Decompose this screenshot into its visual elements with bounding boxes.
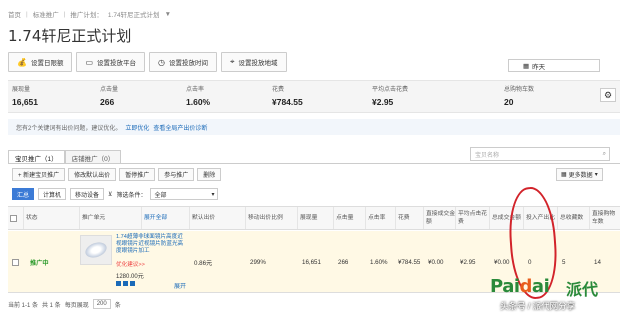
stat-clicks: 点击量 266 [100, 87, 119, 107]
set-region-button[interactable]: ⌖ 设置投放地域 [221, 52, 287, 72]
more-data-button[interactable]: ▦ 更多数据 ▾ [556, 168, 603, 181]
stat-cost: 花费 ¥784.55 [272, 87, 303, 107]
funnel-icon: ⊻ [108, 191, 113, 198]
date-range-select[interactable]: ▦ 昨天 [508, 59, 600, 72]
ctr-value: 1.60% [370, 258, 388, 266]
expand-all-link[interactable]: 展开全部 [142, 207, 190, 229]
trash-icon[interactable] [130, 281, 135, 286]
page-title: 1.74轩尼正式计划 [8, 27, 132, 45]
pagination-footer: 当前 1-1 条 共 1 条 每页展现 200 条 [8, 299, 121, 309]
set-time-button[interactable]: ◷ 设置投放时间 [149, 52, 218, 72]
breadcrumb-separator: | [63, 10, 66, 18]
calendar-icon: ▦ [523, 62, 530, 70]
gear-icon[interactable]: ⚙ [600, 88, 616, 102]
item-search-input[interactable]: 宝贝名称 ⌕ [470, 147, 610, 161]
col-direct-deal[interactable]: 直接成交金额 [424, 207, 456, 229]
breadcrumb: 首页 | 标准推广 | 推广计划： 1.74轩尼正式计划 ▼ [8, 8, 171, 20]
promo-tabs: 宝贝推广（1） 店铺推广（0） [8, 150, 122, 164]
filter-condition-label: 筛选条件： [116, 192, 147, 199]
plan-settings-toolbar: 💰 设置日限额 ▭ 设置投放平台 ◷ 设置投放时间 ⌖ 设置投放地域 [8, 52, 287, 72]
paidai-cn-logo: 派代 [566, 280, 599, 299]
stat-cart-count: 总购物车数 20 [504, 87, 535, 107]
col-impressions[interactable]: 展现量 [298, 207, 334, 229]
select-all-checkbox[interactable] [10, 214, 17, 222]
col-avg-cpc[interactable]: 平均点击花费 [456, 207, 490, 229]
tab-item-promo[interactable]: 宝贝推广（1） [8, 150, 65, 164]
stat-ctr: 点击率 1.60% [186, 87, 211, 107]
join-promo-button[interactable]: 参与推广 [158, 168, 195, 181]
default-bid-value[interactable]: 0.86元 [192, 231, 212, 293]
chevron-down-icon: ▾ [211, 191, 215, 198]
breadcrumb-home[interactable]: 首页 [8, 9, 21, 19]
mobile-ratio-value[interactable]: 299% [248, 231, 266, 293]
col-default-bid[interactable]: 默认出价 [190, 207, 246, 229]
col-ctr[interactable]: 点击率 [366, 207, 396, 229]
filter-computer-button[interactable]: 计算机 [38, 188, 67, 200]
pause-promo-button[interactable]: 暂停推广 [119, 168, 156, 181]
filter-bar: 汇总 计算机 移动设备 ⊻ 筛选条件： 全部 ▾ [12, 188, 219, 200]
avg-cpc-value: ¥2.95 [460, 258, 476, 266]
pause-icon[interactable] [116, 281, 121, 286]
filter-summary-button[interactable]: 汇总 [12, 188, 35, 200]
optimization-notice: 您有2个关键词有出价问题，建议优化。 立即优化 查看全局产出价诊断 [8, 119, 620, 135]
product-title-link[interactable]: 1.74超薄非球面镜片高度近视眼镜片近视镜片防蓝光高度眼镜片加工 [116, 234, 184, 255]
col-cost[interactable]: 花费 [396, 207, 424, 229]
monitor-icon: ▭ [85, 57, 94, 67]
source-watermark: 头条号 / 派代网分享 [500, 301, 576, 311]
summary-stats-bar: 展现量 16,651 点击量 266 点击率 1.60% 花费 ¥784.55 平均点击… [8, 80, 620, 113]
set-platform-button[interactable]: ▭ 设置投放平台 [76, 52, 146, 72]
edit-icon[interactable] [123, 281, 128, 286]
edit-default-bid-button[interactable]: 修改默认出价 [68, 168, 117, 181]
new-item-promo-button[interactable]: + 新建宝贝推广 [12, 168, 66, 181]
chevron-down-icon: ▾ [594, 172, 598, 178]
expand-row-link[interactable]: 展开 [174, 281, 186, 290]
optimize-now-link[interactable]: 立即优化 [125, 123, 149, 132]
stat-avg-cpc: 平均点击花费 ¥2.95 [372, 87, 409, 107]
lens-image [83, 239, 109, 261]
chevron-down-icon[interactable]: ▼ [165, 11, 171, 18]
tab-divider [8, 163, 620, 164]
cost-value: ¥784.55 [398, 258, 421, 266]
row-checkbox[interactable] [12, 258, 19, 266]
col-direct-cart[interactable]: 直接购物车数 [590, 207, 620, 229]
col-clicks[interactable]: 点击量 [334, 207, 366, 229]
breadcrumb-current[interactable]: 1.74轩尼正式计划 [108, 9, 160, 19]
money-bag-icon: 💰 [17, 57, 27, 67]
stat-impressions: 展现量 16,651 [12, 87, 38, 107]
optimize-suggestion-link[interactable]: 优化建议>> [116, 262, 145, 269]
impressions-value: 16,651 [302, 258, 321, 266]
filter-condition-select[interactable]: 全部 ▾ [150, 188, 219, 200]
paidai-logo: Paidai [490, 276, 550, 297]
breadcrumb-plan-label: 推广计划： [70, 12, 103, 19]
grid-icon: ▦ [561, 172, 567, 178]
search-icon[interactable]: ⌕ [603, 151, 609, 158]
set-daily-limit-button[interactable]: 💰 设置日限额 [8, 52, 73, 72]
filter-mobile-button[interactable]: 移动设备 [70, 188, 105, 200]
tab-shop-promo[interactable]: 店铺推广（0） [64, 150, 122, 164]
clock-icon: ◷ [158, 57, 166, 67]
clicks-value: 266 [338, 258, 349, 266]
action-bar: + 新建宝贝推广 修改默认出价 暂停推广 参与推广 删除 [12, 168, 222, 181]
map-pin-icon: ⌖ [230, 57, 235, 66]
col-promo-unit: 推广单元 [80, 207, 142, 229]
delete-button[interactable]: 删除 [197, 168, 222, 181]
col-mobile-ratio[interactable]: 移动出价比例 [246, 207, 298, 229]
breadcrumb-standard-promo[interactable]: 标准推广 [33, 9, 59, 19]
page-size-select[interactable]: 200 [92, 299, 111, 309]
favorites-value: 5 [562, 258, 566, 266]
breadcrumb-separator: | [26, 10, 28, 18]
col-status[interactable]: 状态 [24, 207, 80, 229]
product-thumbnail[interactable] [80, 235, 112, 265]
status-badge: 推广中 [30, 259, 49, 267]
product-price: 1280.00元 [116, 274, 144, 280]
col-favorites[interactable]: 总收藏数 [558, 207, 590, 229]
direct-deal-value: ¥0.00 [428, 258, 444, 266]
unit-action-icons [116, 281, 135, 286]
bid-diagnosis-link[interactable]: 查看全局产出价诊断 [153, 123, 207, 132]
